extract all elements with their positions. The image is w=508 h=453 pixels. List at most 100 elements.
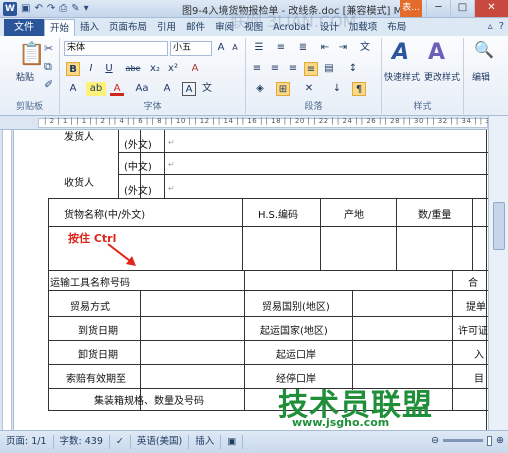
shading-icon[interactable]: ◈	[250, 82, 270, 96]
bullets-icon[interactable]: ☰	[250, 41, 268, 55]
justify-icon[interactable]: ≡	[304, 62, 318, 76]
asian-typography-icon[interactable]: ✕	[302, 82, 316, 96]
ribbon: 📋 粘贴 ✂ ⧉ ✐ 剪贴板 宋体 小五 A A B I U abe x₂ x²…	[0, 36, 508, 116]
copy-icon[interactable]: ⧉	[44, 60, 52, 74]
line-spacing-icon[interactable]: ↕	[346, 62, 360, 76]
proofing-icon[interactable]: ✓	[110, 435, 131, 449]
editing-group: 🔍 编辑	[464, 38, 508, 114]
strikethrough-button[interactable]: abe	[122, 62, 144, 76]
consignee-label: 收货人	[64, 178, 94, 189]
superscript-button[interactable]: x²	[166, 62, 180, 76]
change-styles-icon[interactable]: A	[428, 40, 445, 65]
maximize-button[interactable]: □	[450, 0, 474, 17]
change-styles-button[interactable]: 更改样式	[424, 70, 460, 83]
format-painter-icon[interactable]: ✎	[71, 3, 79, 14]
bold-button[interactable]: B	[66, 62, 80, 76]
sort-icon[interactable]: ↓	[330, 82, 344, 96]
customize-qat-icon[interactable]: ▾	[84, 3, 89, 14]
tab-references[interactable]: 引用	[152, 19, 181, 36]
format-painter-ribbon-icon[interactable]: ✐	[44, 78, 53, 91]
paragraph-mark: ↵	[168, 184, 175, 193]
goods-name-header: 货物名称(中/外文)	[64, 210, 146, 221]
enclose-char-button[interactable]: 文	[200, 82, 214, 96]
italic-button[interactable]: I	[84, 62, 98, 76]
macro-record-icon[interactable]: ▣	[221, 435, 244, 449]
font-name-combo[interactable]: 宋体	[64, 41, 168, 56]
shrink-font-button[interactable]: A	[228, 41, 242, 55]
tab-layout[interactable]: 布局	[382, 19, 411, 36]
cut-icon[interactable]: ✂	[44, 42, 53, 55]
highlight-button[interactable]: ab	[86, 82, 106, 96]
collapse-ribbon-icon[interactable]: ▵	[488, 21, 493, 32]
print-icon[interactable]: ⎙	[59, 3, 67, 14]
word-app-icon[interactable]: W	[3, 1, 17, 16]
quick-access-toolbar: ▣ ↶ ↷ ⎙ ✎ ▾	[21, 3, 89, 14]
table-tools-badge: 表...	[400, 0, 422, 17]
decrease-indent-icon[interactable]: ⇤	[318, 41, 332, 55]
clipboard-label: 剪贴板	[15, 102, 43, 112]
align-right-icon[interactable]: ≡	[286, 62, 300, 76]
consignee-foreign-label: (外文)	[124, 186, 152, 197]
find-icon[interactable]: 🔍	[474, 40, 494, 59]
clipboard-group: 📋 粘贴 ✂ ⧉ ✐ 剪贴板	[0, 38, 60, 114]
numbering-icon[interactable]: ≡	[272, 41, 290, 55]
language-indicator[interactable]: 英语(美国)	[131, 435, 190, 449]
horizontal-ruler[interactable]: | 2 | 1 | | 1 | | 2 | | 4 | | 6 | | 8 | …	[0, 116, 508, 130]
char-border-button[interactable]: A	[182, 82, 196, 96]
tab-insert[interactable]: 插入	[75, 19, 104, 36]
chinese-layout-icon[interactable]: 文	[358, 41, 372, 55]
transport-label: 运输工具名称号码	[50, 278, 130, 289]
align-center-icon[interactable]: ≡	[268, 62, 282, 76]
zoom-in-icon[interactable]: ⊕	[496, 435, 504, 446]
vertical-scrollbar[interactable]	[488, 116, 508, 430]
quick-styles-icon[interactable]: A	[392, 40, 409, 65]
hs-code-header: H.S.编码	[258, 210, 299, 221]
borders-icon[interactable]: ⊞	[276, 82, 290, 96]
vertical-ruler[interactable]	[0, 130, 14, 430]
tab-home[interactable]: 开始	[44, 19, 76, 36]
zoom-out-icon[interactable]: ⊖	[431, 435, 439, 446]
quick-styles-button[interactable]: 快速样式	[384, 70, 420, 83]
subscript-button[interactable]: x₂	[148, 62, 162, 76]
entry-label: 入	[474, 350, 484, 361]
show-marks-icon[interactable]: ¶	[352, 82, 366, 96]
align-left-icon[interactable]: ≡	[250, 62, 264, 76]
word-count[interactable]: 字数: 439	[54, 435, 110, 449]
status-bar: 页面: 1/1 字数: 439 ✓ 英语(美国) 插入 ▣ ⊖ ⊕	[0, 430, 508, 453]
contract-label: 合	[468, 278, 478, 289]
page-count[interactable]: 页面: 1/1	[0, 435, 54, 449]
grow-font-button[interactable]: A	[214, 41, 228, 55]
insert-mode[interactable]: 插入	[189, 435, 222, 449]
increase-indent-icon[interactable]: ⇥	[336, 41, 350, 55]
font-size-combo[interactable]: 小五	[170, 41, 212, 56]
paste-button-label[interactable]: 粘贴	[16, 70, 34, 83]
text-effects-icon[interactable]: A	[66, 82, 80, 96]
zoom-slider[interactable]	[443, 439, 484, 442]
grow-font-2-button[interactable]: A	[160, 82, 174, 96]
ruler-ticks: | 2 | 1 | | 1 | | 2 | | 4 | | 6 | | 8 | …	[44, 117, 501, 125]
redo-icon[interactable]: ↷	[47, 3, 55, 14]
trade-country-label: 贸易国别(地区)	[262, 302, 330, 313]
underline-button[interactable]: U	[102, 62, 116, 76]
minimize-button[interactable]: ─	[426, 0, 450, 17]
tab-mailings[interactable]: 邮件	[181, 19, 210, 36]
tab-file[interactable]: 文件	[4, 19, 44, 36]
close-button[interactable]: ✕	[474, 0, 508, 17]
undo-icon[interactable]: ↶	[34, 3, 42, 14]
change-case-button[interactable]: Aa	[132, 82, 152, 96]
paste-icon[interactable]: 📋	[18, 42, 45, 67]
claim-deadline-label: 索赔有效期至	[66, 374, 126, 385]
font-color-button[interactable]: A	[110, 82, 124, 96]
multilevel-list-icon[interactable]: ≣	[294, 41, 312, 55]
editing-button[interactable]: 编辑	[472, 70, 490, 83]
sender-foreign-label: (外文)	[124, 140, 152, 151]
styles-group-label: 样式	[413, 102, 432, 112]
clear-format-button[interactable]: A	[188, 62, 202, 76]
unload-date-label: 卸货日期	[78, 350, 118, 361]
scrollbar-thumb[interactable]	[493, 202, 505, 250]
tab-page-layout[interactable]: 页面布局	[104, 19, 152, 36]
help-icon[interactable]: ?	[499, 21, 504, 32]
zoom-slider-knob[interactable]	[487, 435, 493, 446]
save-icon[interactable]: ▣	[21, 3, 30, 14]
distributed-icon[interactable]: ▤	[322, 62, 336, 76]
